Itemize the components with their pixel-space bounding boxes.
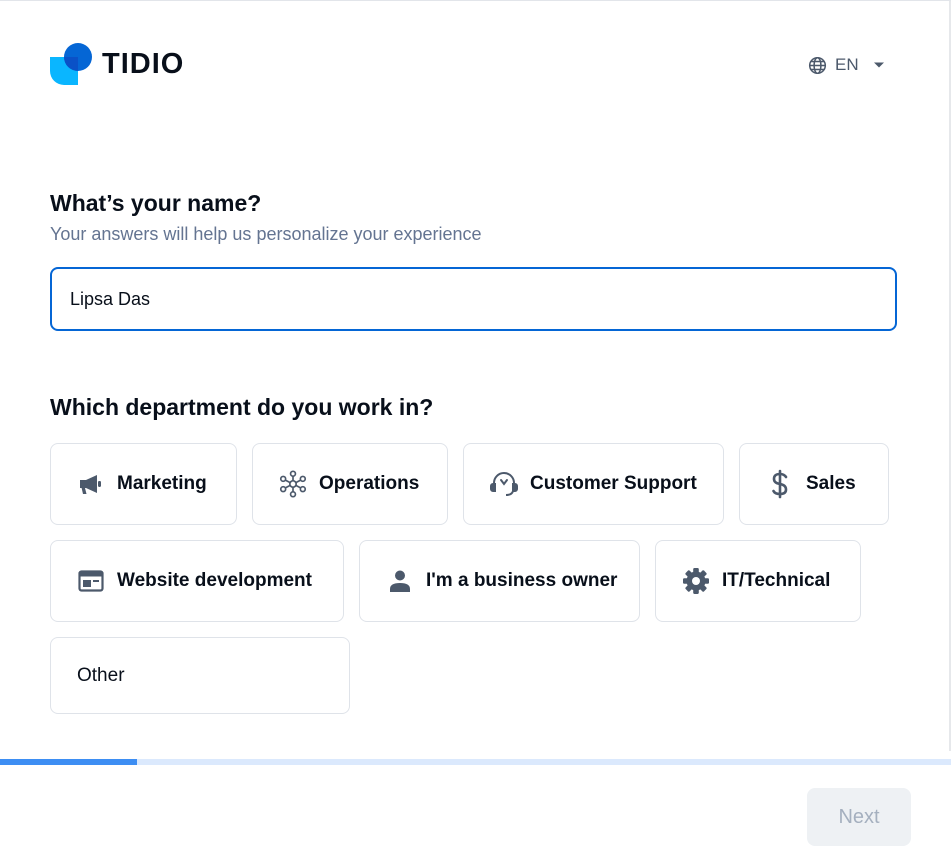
onboarding-panel: TIDIO EN What’s your name? Your answers … <box>0 0 951 865</box>
name-input[interactable] <box>50 267 897 331</box>
person-icon <box>386 567 414 595</box>
gear-icon <box>682 567 710 595</box>
option-label: Other <box>77 664 125 686</box>
option-label: Sales <box>806 473 856 494</box>
language-label: EN <box>835 55 859 74</box>
brand-logo: TIDIO <box>50 43 184 85</box>
brand-name: TIDIO <box>102 47 185 80</box>
dollar-icon <box>766 469 794 499</box>
department-question-title: Which department do you work in? <box>50 394 434 420</box>
option-label: I'm a business owner <box>426 570 618 591</box>
network-icon <box>279 470 307 498</box>
caret-down-icon <box>873 62 884 68</box>
browser-window-icon <box>77 567 105 595</box>
department-option-operations[interactable]: Operations <box>252 443 448 525</box>
department-option-website-development[interactable]: Website development <box>50 540 344 622</box>
language-selector[interactable]: EN <box>808 53 885 77</box>
department-option-it-technical[interactable]: IT/Technical <box>655 540 861 622</box>
option-label: Website development <box>117 570 312 591</box>
department-option-customer-support[interactable]: Customer Support <box>463 443 724 525</box>
option-label: Operations <box>319 473 420 494</box>
department-option-business-owner[interactable]: I'm a business owner <box>359 540 640 622</box>
headset-icon <box>490 470 518 498</box>
tidio-logo-icon <box>50 43 92 85</box>
progress-bar-fill <box>0 759 137 765</box>
megaphone-icon <box>77 470 105 498</box>
globe-icon <box>808 56 827 74</box>
progress-bar <box>0 759 951 765</box>
department-option-other[interactable]: Other <box>50 637 350 714</box>
option-label: IT/Technical <box>722 570 831 591</box>
option-label: Customer Support <box>530 473 697 494</box>
department-option-sales[interactable]: Sales <box>739 443 889 525</box>
next-button[interactable]: Next <box>807 788 911 846</box>
name-question-title: What’s your name? <box>50 190 262 216</box>
name-question-subtitle: Your answers will help us personalize yo… <box>50 224 482 244</box>
option-label: Marketing <box>117 473 207 494</box>
department-option-marketing[interactable]: Marketing <box>50 443 237 525</box>
